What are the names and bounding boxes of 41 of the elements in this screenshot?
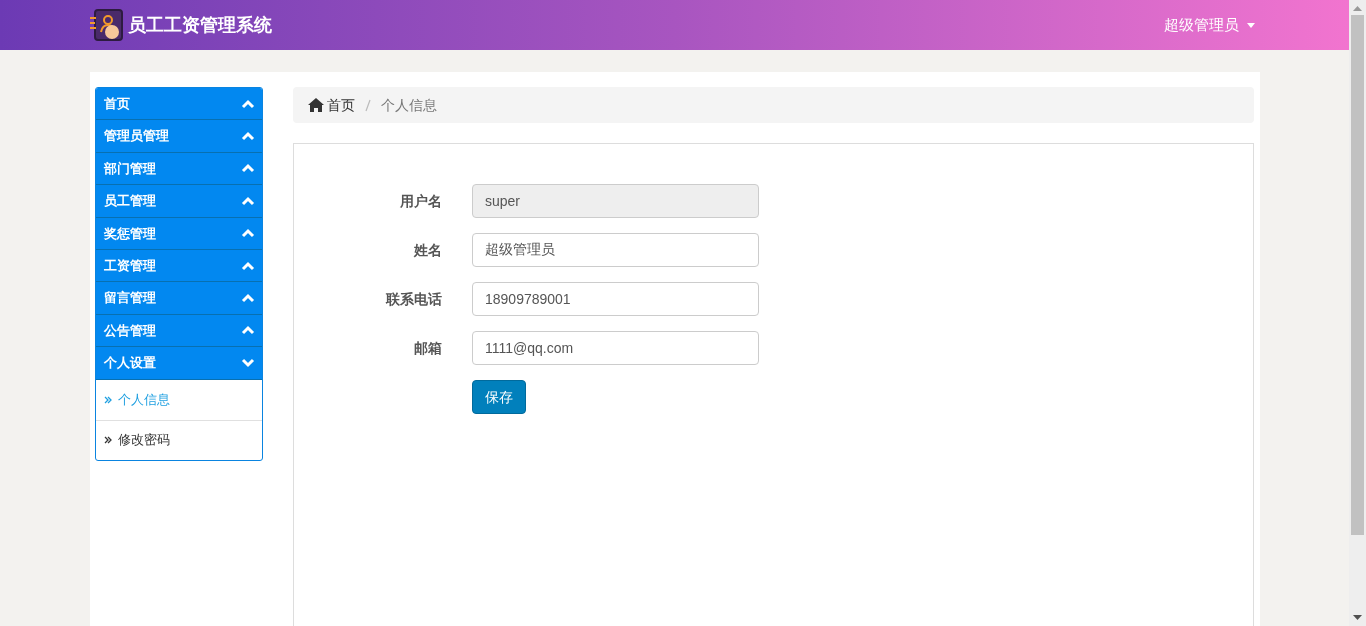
field-label: 用户名 xyxy=(399,191,442,211)
slash-icon xyxy=(365,98,371,112)
submenu-item[interactable]: 个人信息 xyxy=(96,379,262,420)
double-chevron-icon xyxy=(104,395,112,404)
scrollbar-thumb[interactable] xyxy=(1351,15,1364,535)
menu-header[interactable]: 公告管理 xyxy=(96,314,262,348)
breadcrumb-link[interactable]: 首页 xyxy=(327,94,355,116)
menu-header[interactable]: 员工管理 xyxy=(96,185,262,218)
home-icon xyxy=(308,98,324,112)
save-button[interactable]: 保存 xyxy=(472,380,526,414)
menu-header[interactable]: 奖惩管理 xyxy=(96,217,262,250)
double-chevron-icon xyxy=(104,436,112,444)
chevron-up-icon xyxy=(241,163,255,174)
app-logo-icon xyxy=(90,8,124,42)
scroll-up-icon xyxy=(1353,6,1362,11)
scroll-down-icon xyxy=(1353,615,1362,620)
text-field[interactable]: 超级管理员 xyxy=(472,233,759,267)
chevron-up-icon xyxy=(241,98,255,109)
menu-header[interactable]: 留言管理 xyxy=(96,282,262,315)
chevron-up-icon xyxy=(241,228,255,239)
app-title: 员工工资管理系统 xyxy=(128,13,272,37)
chevron-up-icon xyxy=(241,195,255,206)
menu-header[interactable]: 首页 xyxy=(96,88,262,121)
chevron-up-icon xyxy=(241,325,255,336)
menu-header[interactable]: 个人设置 xyxy=(96,347,262,380)
menu-header[interactable]: 工资管理 xyxy=(96,249,262,283)
caret-icon xyxy=(1247,22,1255,28)
field-label: 邮箱 xyxy=(413,338,442,358)
chevron-up-icon xyxy=(241,131,255,142)
menu-header[interactable]: 管理员管理 xyxy=(96,120,262,153)
field-label: 联系电话 xyxy=(384,289,442,309)
menu-header[interactable]: 部门管理 xyxy=(96,152,262,186)
chevron-up-icon xyxy=(241,260,255,271)
submenu-item[interactable]: 修改密码 xyxy=(96,419,262,460)
user-menu[interactable]: 超级管理员 xyxy=(1164,13,1255,37)
text-field[interactable]: 1111@qq.com xyxy=(472,331,759,365)
text-field[interactable]: 18909789001 xyxy=(472,282,759,316)
field-label: 姓名 xyxy=(413,240,442,260)
chevron-down-icon xyxy=(241,357,255,368)
scrollbar[interactable] xyxy=(1349,0,1366,626)
chevron-up-icon xyxy=(241,293,255,304)
